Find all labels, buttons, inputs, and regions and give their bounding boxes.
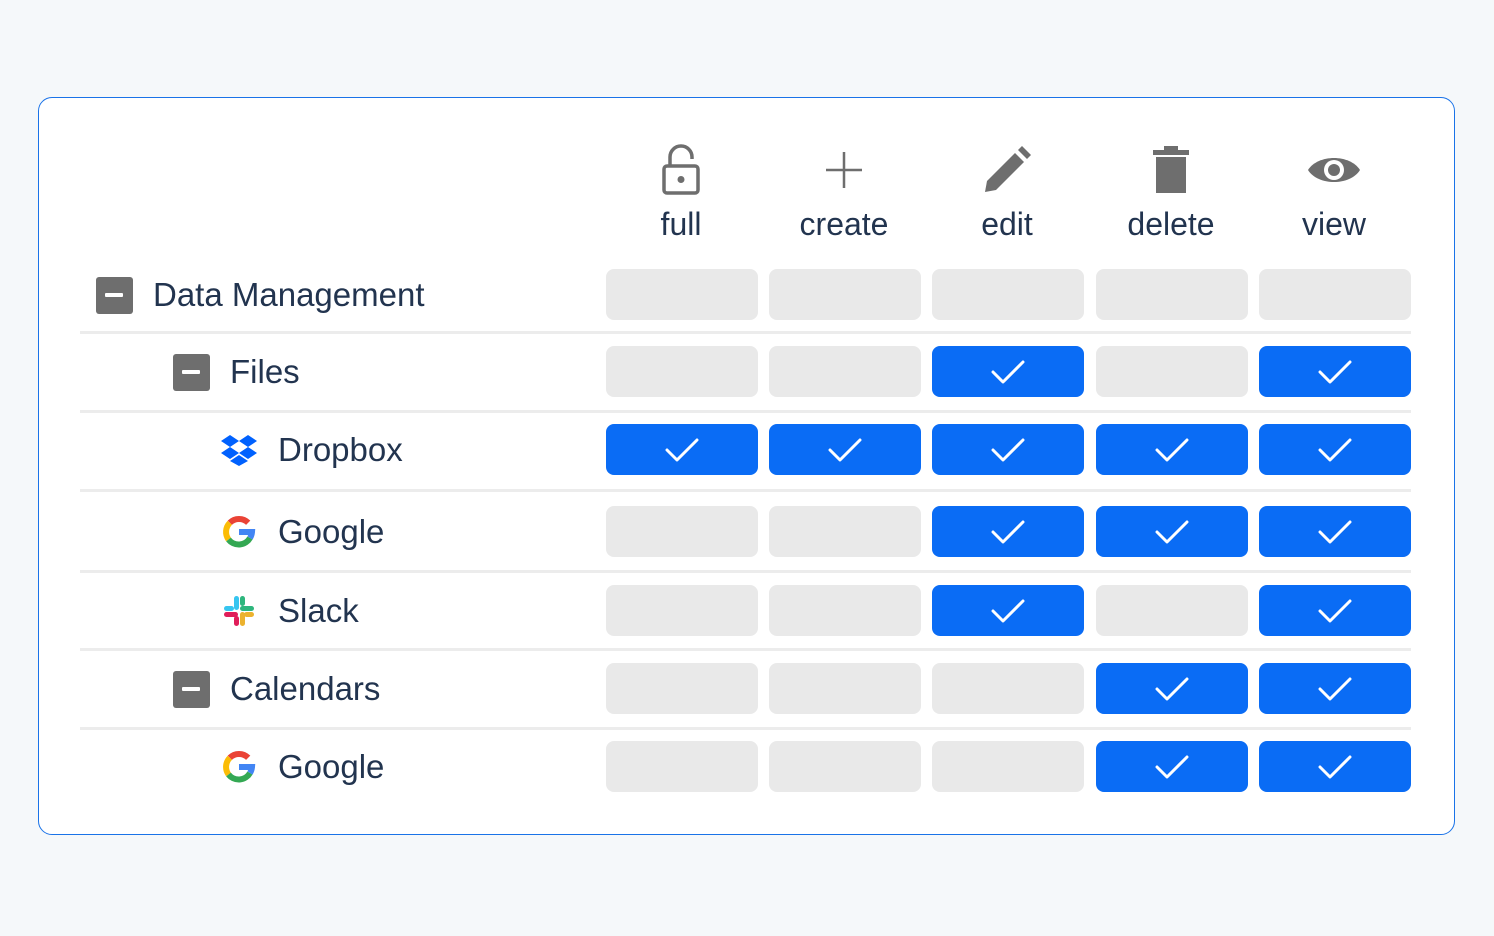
permission-toggle-edit[interactable] [932,741,1084,792]
column-label: full [660,206,702,242]
permission-toggle-full[interactable] [606,346,758,397]
row-data-management: Data Management [0,269,1494,321]
permission-toggle-view[interactable] [1259,585,1411,636]
row-label: Google [278,513,385,550]
permission-toggle-view[interactable] [1259,346,1411,397]
eye-icon [1308,158,1360,182]
row-label: Calendars [230,670,381,707]
checkmark-icon [991,599,1025,622]
permission-toggle-view[interactable] [1259,424,1411,475]
plus-icon [826,152,862,188]
permission-toggle-edit[interactable] [932,269,1084,320]
permission-toggle-create[interactable] [769,346,921,397]
permission-toggle-delete[interactable] [1096,506,1248,557]
permission-toggle-delete[interactable] [1096,663,1248,714]
permission-toggle-create[interactable] [769,424,921,475]
slack-icon [224,596,254,626]
permission-toggle-view[interactable] [1259,741,1411,792]
checkmark-icon [1318,438,1352,461]
row-label: Slack [278,592,359,629]
row-files: Files [0,346,1494,398]
permission-toggle-delete[interactable] [1096,424,1248,475]
checkmark-icon [991,438,1025,461]
column-full: full [606,140,756,250]
permission-toggle-view[interactable] [1259,269,1411,320]
collapse-icon[interactable] [172,670,210,708]
checkmark-icon [1318,677,1352,700]
collapse-icon[interactable] [95,276,133,314]
row-label: Dropbox [278,431,403,468]
collapse-icon[interactable] [172,353,210,391]
column-label: create [799,206,889,242]
unlock-icon [662,144,700,195]
permission-toggle-full[interactable] [606,506,758,557]
row-divider [80,570,1411,573]
permission-toggle-full[interactable] [606,424,758,475]
column-delete: delete [1096,140,1246,250]
permission-toggle-create[interactable] [769,269,921,320]
checkmark-icon [1155,438,1189,461]
row-divider [80,410,1411,413]
permission-toggle-view[interactable] [1259,506,1411,557]
row-label: Data Management [153,276,425,313]
checkmark-icon [1155,520,1189,543]
checkmark-icon [665,438,699,461]
permission-toggle-delete[interactable] [1096,741,1248,792]
row-calendars: Calendars [0,663,1494,715]
checkmark-icon [1318,755,1352,778]
permission-toggle-full[interactable] [606,663,758,714]
permission-toggle-edit[interactable] [932,424,1084,475]
checkmark-icon [828,438,862,461]
permission-toggle-edit[interactable] [932,663,1084,714]
row-label: Files [230,353,300,390]
checkmark-icon [1155,677,1189,700]
permission-toggle-delete[interactable] [1096,269,1248,320]
row-label: Google [278,748,385,785]
pencil-icon [985,146,1031,192]
checkmark-icon [1318,360,1352,383]
permission-toggle-full[interactable] [606,741,758,792]
column-label: delete [1127,206,1215,242]
google-icon [223,515,256,548]
row-google-files: Google [0,506,1494,558]
permission-toggle-delete[interactable] [1096,585,1248,636]
permission-toggle-edit[interactable] [932,585,1084,636]
trash-icon [1153,146,1189,193]
checkmark-icon [1155,755,1189,778]
permission-toggle-create[interactable] [769,663,921,714]
column-view: view [1259,140,1409,250]
checkmark-icon [1318,520,1352,543]
checkmark-icon [991,520,1025,543]
google-icon [223,750,256,783]
row-dropbox: Dropbox [0,424,1494,476]
row-google-calendars: Google [0,741,1494,793]
permission-toggle-full[interactable] [606,585,758,636]
column-label: edit [981,206,1033,242]
checkmark-icon [1318,599,1352,622]
row-divider [80,489,1411,492]
permission-toggle-create[interactable] [769,585,921,636]
column-create: create [769,140,919,250]
permission-toggle-create[interactable] [769,506,921,557]
row-divider [80,648,1411,651]
row-divider [80,331,1411,334]
column-edit: edit [932,140,1082,250]
checkmark-icon [991,360,1025,383]
row-divider [80,727,1411,730]
dropbox-icon [221,435,257,466]
row-slack: Slack [0,585,1494,637]
column-label: view [1301,206,1366,242]
permission-toggle-edit[interactable] [932,506,1084,557]
permission-toggle-full[interactable] [606,269,758,320]
permission-toggle-delete[interactable] [1096,346,1248,397]
permission-toggle-create[interactable] [769,741,921,792]
permission-toggle-view[interactable] [1259,663,1411,714]
permission-toggle-edit[interactable] [932,346,1084,397]
